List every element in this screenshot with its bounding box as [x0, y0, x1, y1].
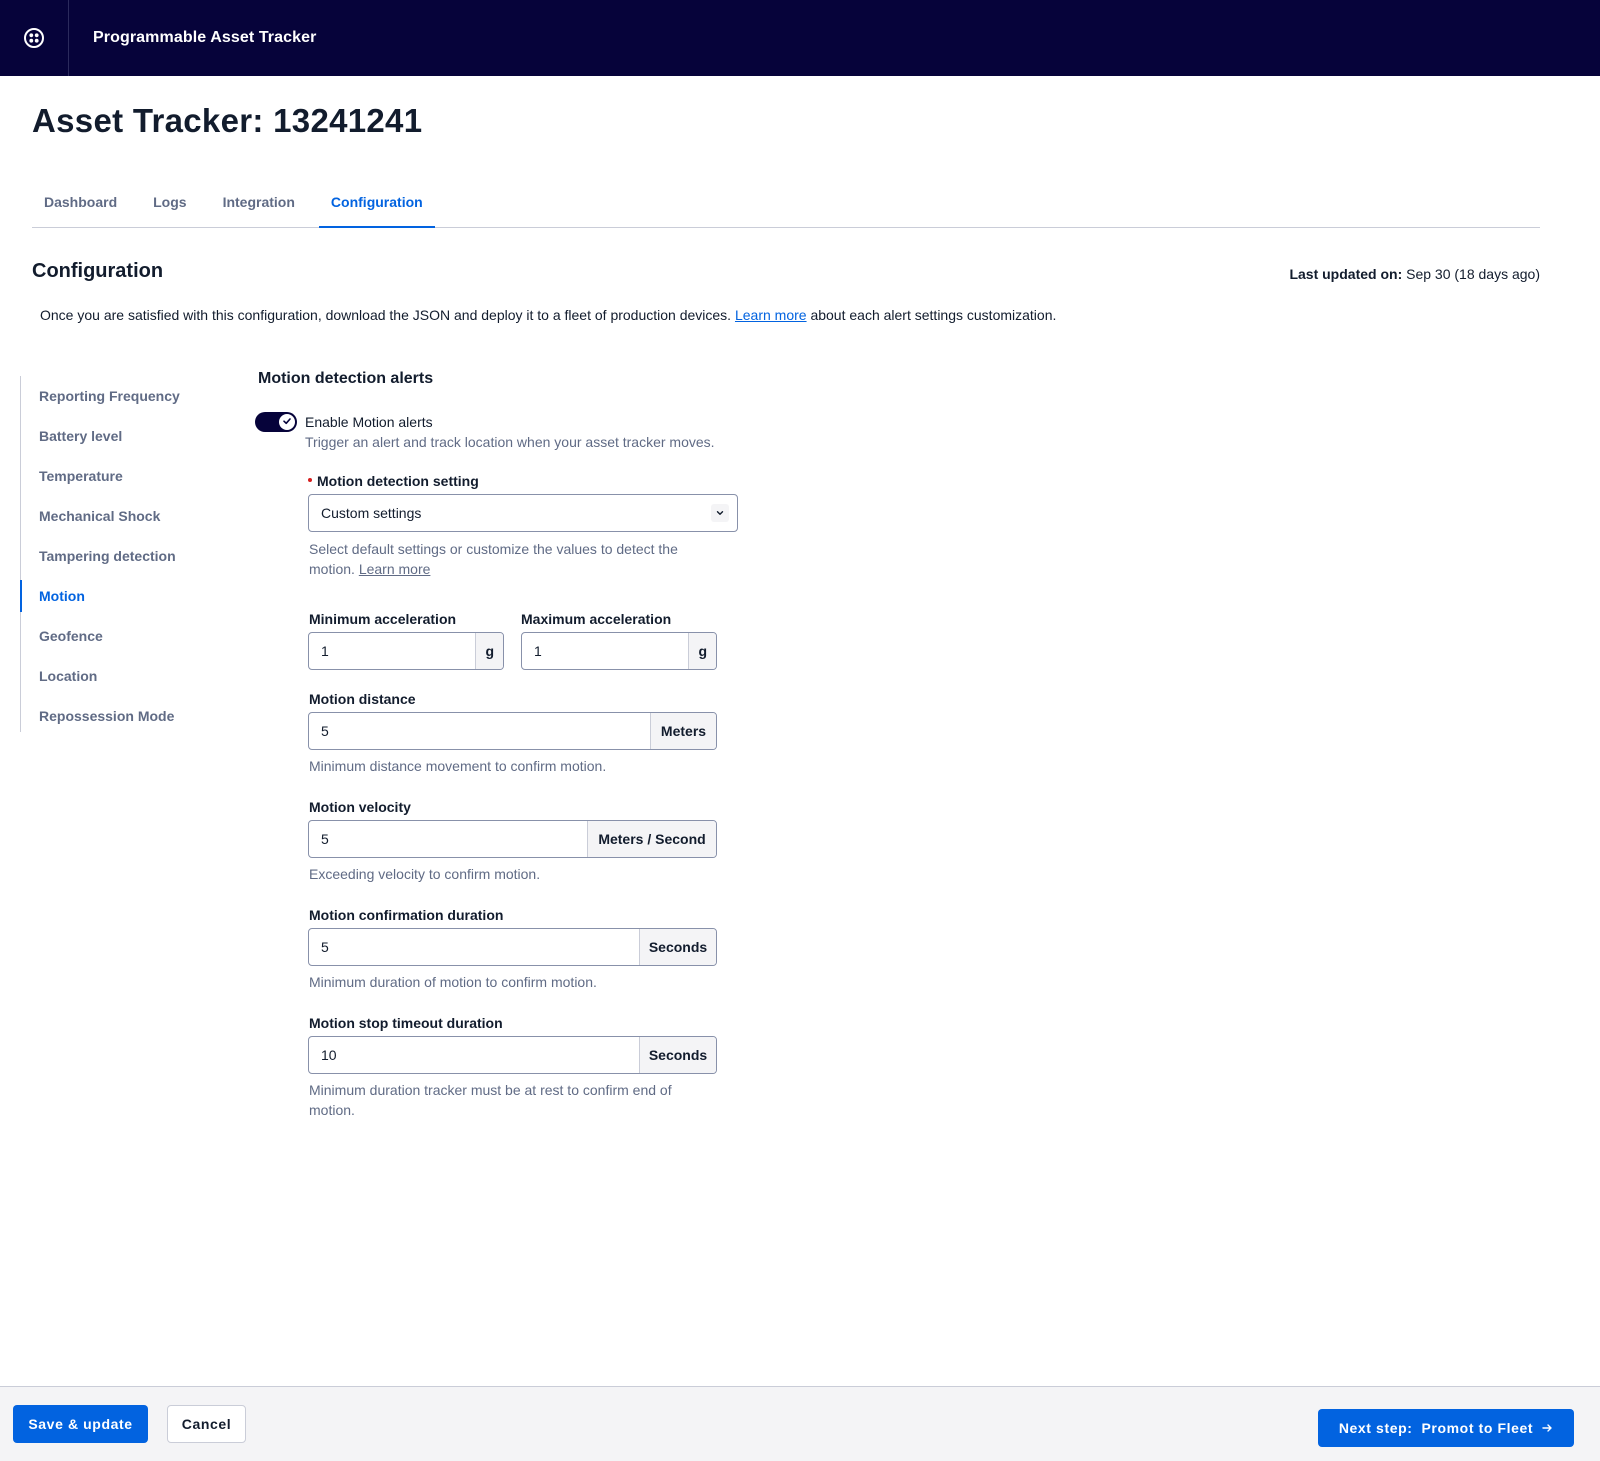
distance-help: Minimum distance movement to confirm mot…	[309, 758, 607, 774]
detection-setting-select[interactable]: Custom settings	[308, 494, 738, 532]
form-title: Motion detection alerts	[258, 370, 434, 387]
min-accel-unit: g	[475, 633, 503, 669]
last-updated-label: Last updated on:	[1289, 266, 1403, 282]
detection-setting-label-text: Motion detection setting	[317, 473, 479, 489]
confirm-duration-field: Seconds	[308, 928, 717, 966]
sidenav-item-reporting-frequency[interactable]: Reporting Frequency	[21, 376, 220, 416]
chevron-down-icon	[711, 504, 729, 522]
confirm-duration-input[interactable]	[309, 929, 639, 965]
detection-setting-value: Custom settings	[321, 505, 422, 521]
stop-timeout-field: Seconds	[308, 1036, 717, 1074]
save-update-button[interactable]: Save & update	[13, 1405, 148, 1443]
max-accel-unit: g	[688, 633, 716, 669]
stop-timeout-unit: Seconds	[639, 1037, 716, 1073]
detection-learn-more-link[interactable]: Learn more	[359, 561, 431, 577]
sidenav-item-mechanical-shock[interactable]: Mechanical Shock	[21, 496, 220, 536]
logo-container[interactable]	[0, 0, 69, 76]
last-updated: Last updated on: Sep 30 (18 days ago)	[1289, 266, 1540, 282]
sidenav-item-motion[interactable]: Motion	[20, 576, 220, 616]
cancel-button[interactable]: Cancel	[167, 1405, 246, 1443]
section-title: Configuration	[32, 260, 164, 282]
min-accel-input[interactable]	[309, 633, 476, 669]
footer-bar: Save & update Cancel Next step: Promot t…	[0, 1386, 1600, 1461]
distance-input[interactable]	[309, 713, 650, 749]
stop-timeout-label: Motion stop timeout duration	[309, 1015, 503, 1031]
distance-field: Meters	[308, 712, 717, 750]
velocity-unit: Meters / Second	[587, 821, 716, 857]
top-bar: Programmable Asset Tracker	[0, 0, 1600, 76]
max-accel-field: g	[521, 632, 717, 670]
stop-timeout-help-line2: motion.	[309, 1102, 355, 1118]
distance-unit: Meters	[650, 713, 716, 749]
velocity-label: Motion velocity	[309, 799, 411, 815]
sidenav-item-tampering-detection[interactable]: Tampering detection	[21, 536, 220, 576]
stop-timeout-input[interactable]	[309, 1037, 639, 1073]
toggle-knob	[279, 414, 295, 430]
max-accel-input[interactable]	[522, 633, 689, 669]
product-logo-icon	[23, 27, 45, 49]
confirm-duration-label: Motion confirmation duration	[309, 907, 504, 923]
sidenav-item-temperature[interactable]: Temperature	[21, 456, 220, 496]
tab-integration[interactable]: Integration	[211, 190, 307, 228]
next-step-button[interactable]: Next step: Promot to Fleet	[1318, 1409, 1574, 1447]
config-description: Once you are satisfied with this configu…	[40, 307, 1056, 323]
app-title: Programmable Asset Tracker	[93, 29, 317, 46]
tab-configuration[interactable]: Configuration	[318, 190, 435, 228]
detection-setting-label: Motion detection setting	[308, 473, 479, 489]
sidenav-item-geofence[interactable]: Geofence	[21, 616, 220, 656]
sidenav-item-repossession-mode[interactable]: Repossession Mode	[21, 696, 220, 736]
tab-dashboard[interactable]: Dashboard	[32, 190, 129, 228]
toggle-help-text: Trigger an alert and track location when…	[305, 434, 715, 450]
arrow-right-icon	[1542, 1423, 1553, 1433]
page-title: Asset Tracker: 13241241	[32, 102, 423, 139]
detection-help-line2: motion.	[309, 561, 355, 577]
detection-setting-help: Select default settings or customize the…	[309, 539, 749, 579]
confirm-duration-help: Minimum duration of motion to confirm mo…	[309, 974, 597, 990]
tab-bar: Dashboard Logs Integration Configuration	[32, 190, 1540, 228]
sidenav-item-battery-level[interactable]: Battery level	[21, 416, 220, 456]
stop-timeout-help-line1: Minimum duration tracker must be at rest…	[309, 1082, 672, 1098]
toggle-label: Enable Motion alerts	[305, 414, 433, 430]
confirm-duration-unit: Seconds	[639, 929, 716, 965]
next-step-label: Next step: Promot to Fleet	[1338, 1420, 1534, 1436]
min-accel-field: g	[308, 632, 504, 670]
stop-timeout-help: Minimum duration tracker must be at rest…	[309, 1080, 729, 1120]
check-icon	[282, 413, 292, 431]
tab-logs[interactable]: Logs	[141, 190, 198, 228]
detection-help-line1: Select default settings or customize the…	[309, 541, 678, 557]
config-sidenav: Reporting Frequency Battery level Temper…	[20, 376, 220, 732]
distance-label: Motion distance	[309, 691, 416, 707]
max-accel-label: Maximum acceleration	[521, 611, 672, 627]
sidenav-item-location[interactable]: Location	[21, 656, 220, 696]
velocity-input[interactable]	[309, 821, 587, 857]
description-text-after: about each alert settings customization.	[810, 307, 1057, 323]
last-updated-value: Sep 30 (18 days ago)	[1406, 266, 1540, 282]
description-text: Once you are satisfied with this configu…	[40, 307, 732, 323]
motion-alerts-toggle[interactable]	[255, 412, 297, 432]
required-indicator	[308, 478, 312, 483]
velocity-help: Exceeding velocity to confirm motion.	[309, 866, 541, 882]
min-accel-label: Minimum acceleration	[309, 611, 457, 627]
velocity-field: Meters / Second	[308, 820, 717, 858]
learn-more-link[interactable]: Learn more	[735, 307, 807, 323]
